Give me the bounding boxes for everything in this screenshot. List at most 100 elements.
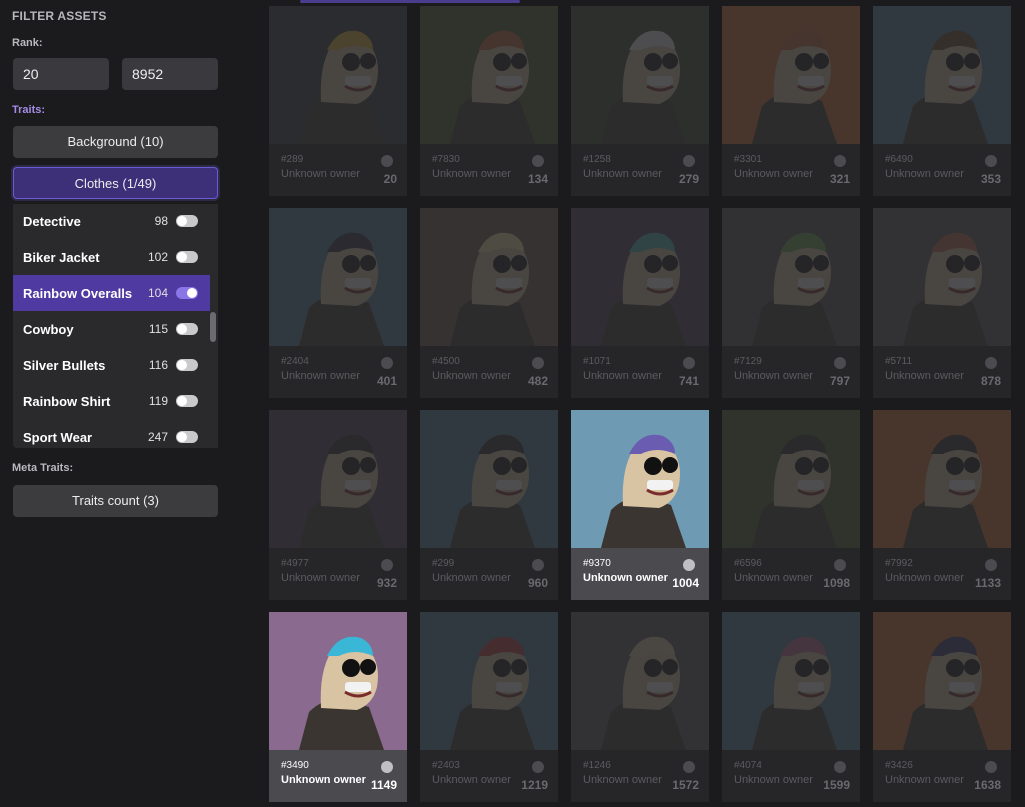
asset-card[interactable]: #3301 Unknown owner 321 [722,6,860,196]
asset-image [269,410,407,548]
trait-row[interactable]: Biker Jacket 102 [13,239,210,275]
trait-name: Rainbow Shirt [23,393,111,409]
asset-card[interactable]: #1258 Unknown owner 279 [571,6,709,196]
asset-owner: Unknown owner [432,572,511,584]
asset-owner: Unknown owner [281,168,360,180]
asset-id: #1258 [583,154,611,165]
asset-card[interactable]: #299 Unknown owner 960 [420,410,558,600]
asset-image [420,612,558,750]
asset-id: #9370 [583,558,611,569]
trait-toggle[interactable] [176,431,198,443]
asset-owner: Unknown owner [734,370,813,382]
rank-coin-icon [834,761,846,773]
trait-count: 98 [154,214,168,228]
asset-image [873,208,1011,346]
filter-sidebar: FILTER ASSETS Rank: 20 8952 Traits: Back… [0,0,230,807]
asset-image [269,208,407,346]
trait-toggle[interactable] [176,323,198,335]
asset-rank: 279 [678,172,699,186]
trait-toggle[interactable] [176,395,198,407]
trait-count: 115 [148,322,168,336]
rank-label: Rank: [12,37,43,49]
asset-owner: Unknown owner [281,774,366,786]
trait-count: 119 [148,394,168,408]
traits-label: Traits: [12,104,46,116]
asset-info: #1071 Unknown owner 741 [571,346,709,398]
traits-count-button[interactable]: Traits count (3) [13,485,218,517]
asset-info: #5711 Unknown owner 878 [873,346,1011,398]
asset-info: #6490 Unknown owner 353 [873,144,1011,196]
trait-toggle[interactable] [176,251,198,263]
asset-image [722,208,860,346]
scroll-thumb[interactable] [210,312,216,342]
asset-owner: Unknown owner [583,572,668,584]
asset-card[interactable]: #289 Unknown owner 20 [269,6,407,196]
trait-row[interactable]: Rainbow Shirt 119 [13,383,210,419]
asset-card[interactable]: #4977 Unknown owner 932 [269,410,407,600]
trait-row[interactable]: Sport Wear 247 [13,419,210,448]
asset-card[interactable]: #7992 Unknown owner 1133 [873,410,1011,600]
asset-id: #7992 [885,558,913,569]
rank-coin-icon [683,761,695,773]
rank-coin-icon [985,155,997,167]
trait-row[interactable]: Rainbow Overalls 104 [13,275,210,311]
asset-card[interactable]: #1071 Unknown owner 741 [571,208,709,398]
asset-rank: 321 [829,172,850,186]
trait-list-scrollbar[interactable] [210,204,218,448]
asset-card[interactable]: #2404 Unknown owner 401 [269,208,407,398]
rank-coin-icon [532,761,544,773]
asset-card[interactable]: #5711 Unknown owner 878 [873,208,1011,398]
asset-card[interactable]: #1246 Unknown owner 1572 [571,612,709,802]
asset-card[interactable]: #7830 Unknown owner 134 [420,6,558,196]
ape-artwork-image [571,208,709,346]
trait-count: 104 [147,286,168,300]
asset-image [571,612,709,750]
ape-artwork-image [269,6,407,144]
asset-card[interactable]: #6596 Unknown owner 1098 [722,410,860,600]
asset-card[interactable]: #4074 Unknown owner 1599 [722,612,860,802]
asset-id: #4977 [281,558,309,569]
asset-info: #289 Unknown owner 20 [269,144,407,196]
asset-id: #5711 [885,356,913,367]
asset-card[interactable]: #4500 Unknown owner 482 [420,208,558,398]
asset-image [873,6,1011,144]
asset-rank: 1638 [974,778,1001,792]
asset-image [873,410,1011,548]
asset-rank: 960 [527,576,548,590]
asset-rank: 1098 [823,576,850,590]
asset-owner: Unknown owner [885,774,964,786]
asset-info: #2403 Unknown owner 1219 [420,750,558,802]
asset-image [571,208,709,346]
trait-toggle[interactable] [176,287,198,299]
asset-card[interactable]: #2403 Unknown owner 1219 [420,612,558,802]
asset-rank: 353 [980,172,1001,186]
asset-image [722,410,860,548]
asset-owner: Unknown owner [734,168,813,180]
asset-image [269,612,407,750]
clothes-filter-button[interactable]: Clothes (1/49) [13,167,218,199]
background-filter-button[interactable]: Background (10) [13,126,218,158]
trait-toggle[interactable] [176,359,198,371]
asset-card[interactable]: #3490 Unknown owner 1149 [269,612,407,802]
trait-row[interactable]: Detective 98 [13,204,210,239]
asset-card[interactable]: #7129 Unknown owner 797 [722,208,860,398]
asset-card[interactable]: #3426 Unknown owner 1638 [873,612,1011,802]
trait-row[interactable]: Silver Bullets 116 [13,347,210,383]
rank-coin-icon [985,761,997,773]
asset-owner: Unknown owner [734,774,813,786]
trait-row[interactable]: Cowboy 115 [13,311,210,347]
asset-card[interactable]: #9370 Unknown owner 1004 [571,410,709,600]
asset-image [420,208,558,346]
asset-owner: Unknown owner [583,774,662,786]
rank-max-input[interactable]: 8952 [122,58,218,90]
asset-owner: Unknown owner [885,572,964,584]
rank-min-input[interactable]: 20 [13,58,109,90]
ape-artwork-image [420,410,558,548]
rank-coin-icon [683,155,695,167]
asset-card[interactable]: #6490 Unknown owner 353 [873,6,1011,196]
asset-image [571,6,709,144]
trait-toggle[interactable] [176,215,198,227]
rank-coin-icon [532,357,544,369]
asset-info: #6596 Unknown owner 1098 [722,548,860,600]
asset-id: #3490 [281,760,309,771]
